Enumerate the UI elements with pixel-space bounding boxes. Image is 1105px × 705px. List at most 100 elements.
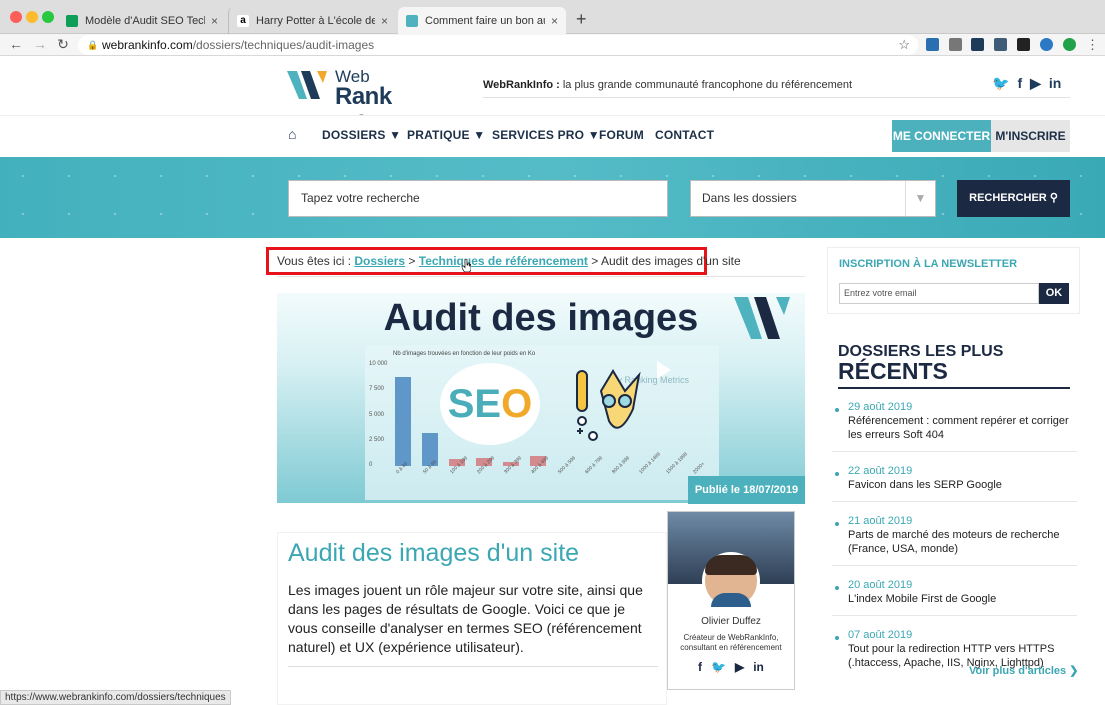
social-links: 🐦 f ▶ in	[992, 75, 1061, 92]
signup-button[interactable]: M'INSCRIRE	[991, 120, 1070, 152]
browser-tab[interactable]: a Harry Potter à L'école des Sorciers ×	[228, 7, 396, 34]
extension-icon[interactable]	[949, 38, 962, 51]
extension-icon[interactable]	[994, 38, 1007, 51]
forward-arrow-icon[interactable]: →	[32, 36, 48, 52]
close-window-button[interactable]	[10, 11, 22, 23]
article-intro: Les images jouent un rôle majeur sur vot…	[288, 582, 643, 655]
sheets-icon	[66, 14, 78, 27]
bullet-icon	[835, 636, 839, 640]
nav-item-contact[interactable]: CONTACT	[655, 128, 714, 142]
tagline: WebRankInfo : la plus grande communauté …	[483, 79, 852, 91]
search-button[interactable]: RECHERCHER ⚲	[957, 180, 1070, 217]
webrankinfo-logo-icon	[287, 71, 327, 99]
nav-item-pratique[interactable]: PRATIQUE ▼	[407, 128, 485, 142]
home-icon[interactable]: ⌂	[288, 126, 297, 142]
list-item-title[interactable]: L'index Mobile First de Google	[848, 592, 1077, 606]
facebook-icon[interactable]: f	[698, 660, 702, 674]
y-tick-label: 5 000	[369, 411, 385, 418]
lock-icon: 🔒	[87, 40, 99, 50]
list-item[interactable]: 20 août 2019 L'index Mobile First de Goo…	[832, 578, 1077, 616]
x-tick-label: 1000 à 1499	[638, 451, 662, 476]
bullet-icon	[835, 408, 839, 412]
extension-icon[interactable]	[971, 38, 984, 51]
search-banner: Tapez votre recherche Dans les dossiers …	[0, 157, 1105, 238]
list-item-title[interactable]: Référencement : comment repérer et corri…	[848, 414, 1077, 442]
list-item[interactable]: 29 août 2019 Référencement : comment rep…	[832, 400, 1077, 452]
extension-icon[interactable]	[926, 38, 939, 51]
published-date-badge: Publié le 18/07/2019	[688, 476, 805, 504]
y-tick-label: 7 500	[369, 386, 385, 393]
browser-tab-active[interactable]: Comment faire un bon audit des images ×	[398, 7, 566, 34]
zoom-window-button[interactable]	[42, 11, 54, 23]
close-tab-icon[interactable]: ×	[211, 14, 218, 28]
list-item-title[interactable]: Parts de marché des moteurs de recherche…	[848, 528, 1077, 556]
twitter-icon[interactable]: 🐦	[992, 75, 1009, 92]
list-item-title[interactable]: Favicon dans les SERP Google	[848, 478, 1077, 492]
list-item-date: 21 août 2019	[848, 515, 913, 527]
email-field[interactable]: Entrez votre email	[839, 283, 1039, 304]
avatar[interactable]	[702, 552, 760, 610]
breadcrumb-separator: >	[587, 254, 601, 268]
search-icon: ⚲	[1049, 192, 1058, 204]
chart-title: Nb d'images trouvées en fonction de leur…	[393, 351, 536, 357]
list-item[interactable]: 21 août 2019 Parts de marché des moteurs…	[832, 514, 1077, 566]
breadcrumb-prefix: Vous êtes ici :	[277, 254, 355, 268]
author-name[interactable]: Olivier Duffez	[668, 616, 794, 627]
play-icon[interactable]	[657, 361, 671, 379]
tab-title: Comment faire un bon audit des images	[425, 14, 545, 27]
breadcrumb-link-dossiers[interactable]: Dossiers	[354, 254, 405, 268]
list-item[interactable]: 22 août 2019 Favicon dans les SERP Googl…	[832, 464, 1077, 502]
divider	[483, 97, 1070, 98]
x-tick-label: 2000+	[692, 461, 707, 476]
nav-item-dossiers[interactable]: DOSSIERS ▼	[322, 128, 401, 142]
new-tab-button[interactable]: +	[576, 9, 587, 30]
reload-icon[interactable]: ↻	[55, 36, 71, 53]
breadcrumb-link-techniques[interactable]: Techniques de référencement	[419, 254, 588, 268]
author-card: Olivier Duffez Créateur de WebRankInfo, …	[667, 511, 795, 690]
youtube-icon[interactable]: ▶	[1030, 75, 1041, 92]
nav-item-forum[interactable]: FORUM	[599, 128, 644, 142]
site-logo[interactable]: Web Rank Info	[287, 67, 437, 138]
back-arrow-icon[interactable]: ←	[8, 36, 24, 52]
bullet-icon	[835, 472, 839, 476]
close-tab-icon[interactable]: ×	[381, 14, 388, 28]
extension-icon[interactable]	[1040, 38, 1053, 51]
hand-cursor-icon	[462, 259, 471, 272]
featured-image[interactable]: Audit des images Nb d'images trouvées en…	[277, 293, 805, 503]
url-host: webrankinfo.com	[102, 38, 193, 52]
breadcrumb-separator: >	[405, 254, 419, 268]
recent-title-big: RÉCENTS	[838, 358, 948, 384]
search-input[interactable]: Tapez votre recherche	[288, 180, 668, 217]
browser-tab[interactable]: Modèle d'Audit SEO Technique ×	[58, 7, 226, 34]
close-tab-icon[interactable]: ×	[551, 14, 558, 28]
browser-toolbar: ← → ↻ 🔒 webrankinfo.com/dossiers/techniq…	[0, 34, 1105, 56]
newsletter-submit-button[interactable]: OK	[1039, 283, 1069, 304]
avatar-hair	[705, 555, 757, 575]
minimize-window-button[interactable]	[26, 11, 38, 23]
list-item-date: 22 août 2019	[848, 465, 913, 477]
seo-text: SE	[447, 382, 502, 426]
list-item-date: 07 août 2019	[848, 629, 913, 641]
extension-icon[interactable]	[1017, 38, 1030, 51]
bullet-icon	[835, 522, 839, 526]
login-button[interactable]: ME CONNECTER	[892, 120, 991, 152]
facebook-icon[interactable]: f	[1017, 75, 1022, 92]
linkedin-icon[interactable]: in	[753, 660, 764, 674]
y-tick-label: 2 500	[369, 436, 385, 443]
menu-icon[interactable]: ⋮	[1086, 38, 1099, 51]
x-tick-label: 800 à 999	[611, 455, 631, 476]
more-articles-link[interactable]: Voir plus d'articles ❯	[969, 664, 1078, 677]
newsletter-title: INSCRIPTION À LA NEWSLETTER	[839, 258, 1018, 270]
youtube-icon[interactable]: ▶	[735, 660, 744, 674]
extension-icon[interactable]	[1063, 38, 1076, 51]
linkedin-icon[interactable]: in	[1049, 75, 1061, 92]
article-title: Audit des images d'un site	[288, 539, 580, 567]
address-bar[interactable]: 🔒 webrankinfo.com/dossiers/techniques/au…	[78, 35, 918, 55]
bookmark-star-icon[interactable]: ☆	[898, 35, 910, 55]
amazon-icon: a	[237, 14, 249, 27]
article: Audit des images d'un site Les images jo…	[277, 532, 667, 705]
nav-item-services-pro[interactable]: SERVICES PRO ▼	[492, 128, 600, 142]
search-scope-select[interactable]: Dans les dossiers ▼	[690, 180, 936, 217]
twitter-icon[interactable]: 🐦	[711, 660, 726, 674]
breadcrumb-current: Audit des images d'un site	[600, 254, 741, 268]
